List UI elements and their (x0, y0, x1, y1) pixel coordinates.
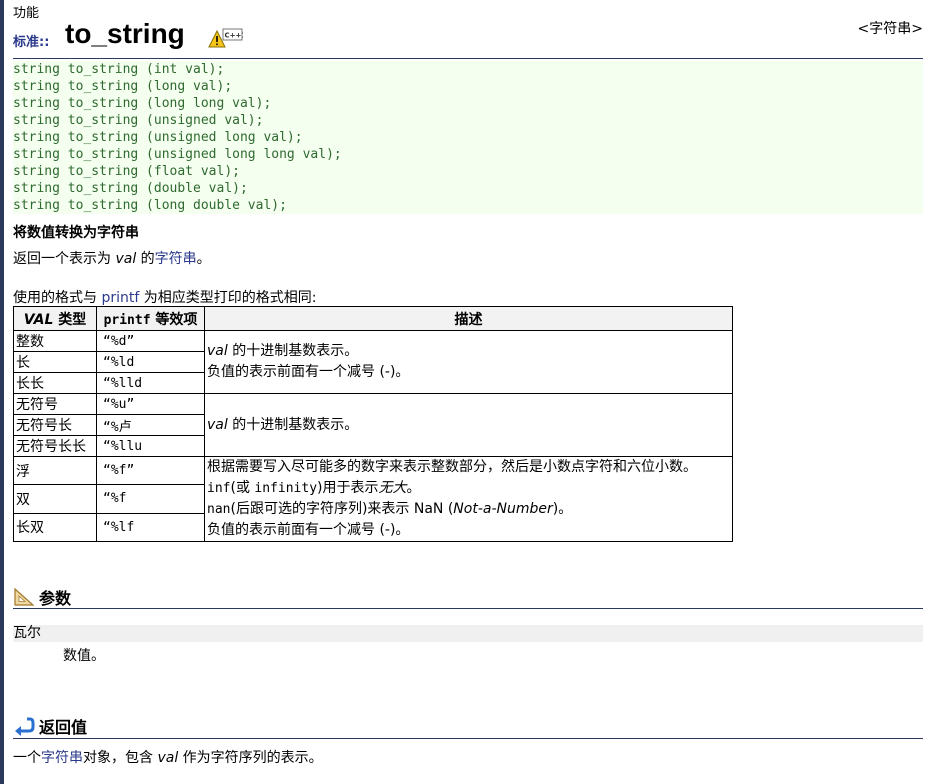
desc-cell-unsigned: val 的十进制基数表示。 (204, 393, 733, 457)
format-table: VAL 类型 printf 等效项 描述 整数 “%d” val 的十进制基数表… (13, 306, 733, 543)
summary-heading: 将数值转换为字符串 (13, 225, 139, 241)
desc-ital: 无大 (378, 480, 407, 496)
desc-text: 的十进制基数表示。 (232, 343, 359, 359)
summary-prefix: 返回一个表示为 (13, 251, 111, 267)
header-string-link[interactable]: <字符串> (858, 18, 923, 38)
prototype-block: string to_string (int val); string to_st… (13, 61, 923, 214)
type-cell: 无符号 (13, 393, 97, 415)
desc-text: 负值的表示前面有一个减号 (-)。 (207, 364, 410, 380)
return-heading: 返回值 (13, 714, 87, 738)
string-link[interactable]: 字符串 (155, 251, 197, 267)
params-rule (13, 608, 923, 609)
prototype-line: string to_string (float val); (13, 164, 240, 179)
return-title: 返回值 (39, 718, 88, 737)
prototype-line: string to_string (long long val); (13, 96, 272, 111)
nan-code: nan (207, 502, 231, 517)
params-title: 参数 (39, 589, 72, 608)
type-cell: 长双 (13, 512, 97, 543)
warning-icon: C++11 (208, 28, 244, 48)
desc-cell-float: 根据需要写入尽可能多的数字来表示整数部分，然后是小数点字符和六位小数。 inf(… (204, 456, 733, 542)
header-printf-rest: 等效项 (155, 311, 198, 328)
return-desc: 一个字符串对象，包含 val 作为字符序列的表示。 (13, 747, 323, 767)
desc-ital: Not-a-Number (453, 501, 553, 517)
format-suffix: 为相应类型打印的格式相同: (143, 290, 317, 306)
return-arrow-icon (15, 717, 35, 736)
return-rule (13, 738, 923, 739)
summary-mid: 的 (140, 251, 155, 267)
type-cell: 整数 (13, 330, 97, 352)
type-cell: 无符号长长 (13, 435, 97, 457)
prototype-line: string to_string (unsigned long long val… (13, 147, 342, 162)
left-border (0, 0, 4, 784)
header-type-rest: 类型 (58, 311, 87, 328)
type-cell: 无符号长 (13, 414, 97, 436)
format-cell: “%ld (96, 351, 205, 373)
return-string-link[interactable]: 字符串 (41, 750, 83, 766)
prototype-line: string to_string (int val); (13, 62, 225, 77)
format-prefix: 使用的格式与 (13, 290, 97, 306)
param-name: 瓦尔 (13, 625, 923, 642)
desc-cell-signed: val 的十进制基数表示。 负值的表示前面有一个减号 (-)。 (204, 330, 733, 394)
prototype-line: string to_string (double val); (13, 181, 248, 196)
params-heading: 参数 (13, 585, 71, 609)
type-cell: 双 (13, 484, 97, 514)
summary-line: 返回一个表示为 val 的字符串。 (13, 248, 211, 268)
header-type-val: VAL (23, 311, 54, 328)
type-cell: 长长 (13, 372, 97, 394)
desc-text: 负值的表示前面有一个减号 (-)。 (207, 522, 410, 538)
type-cell: 浮 (13, 455, 97, 486)
format-cell: “%f (96, 484, 205, 514)
prototype-line: string to_string (long val); (13, 79, 233, 94)
title-rule (13, 58, 923, 59)
summary-end: 。 (196, 251, 211, 267)
cpp11-badge-text: C++11 (225, 32, 244, 40)
printf-link[interactable]: printf (101, 290, 139, 306)
format-cell: “%卢 (96, 414, 205, 436)
format-cell: “%lf (96, 512, 205, 543)
function-title: to_string (65, 18, 185, 49)
prototype-line: string to_string (long double val); (13, 198, 287, 213)
desc-text: 根据需要写入尽可能多的数字来表示整数部分，然后是小数点字符和六位小数。 (207, 459, 697, 475)
table-row: 浮 “%f” 根据需要写入尽可能多的数字来表示整数部分，然后是小数点字符和六位小… (13, 455, 733, 542)
type-cell: 长 (13, 351, 97, 373)
format-cell: “%llu (96, 435, 205, 457)
return-suffix: 作为字符序列的表示。 (182, 750, 323, 766)
prototype-line: string to_string (unsigned val); (13, 113, 264, 128)
header-printf-code: printf (103, 312, 151, 328)
format-cell: “%u” (96, 393, 205, 415)
header-printf: printf 等效项 (96, 306, 205, 331)
infinity-code: infinity (254, 481, 318, 496)
desc-text: )用于表示 (317, 480, 379, 496)
desc-val: val (207, 343, 228, 359)
desc-text: (或 (230, 480, 250, 496)
desc-val: val (207, 416, 228, 433)
table-row: 整数 “%d” val 的十进制基数表示。 负值的表示前面有一个减号 (-)。 (13, 330, 733, 394)
table-header-row: VAL 类型 printf 等效项 描述 (13, 306, 733, 331)
format-cell: “%lld (96, 372, 205, 394)
inf-code: inf (207, 481, 231, 496)
val-term: val (115, 251, 137, 267)
format-cell: “%f” (96, 455, 205, 486)
desc-text: 的十进制基数表示。 (232, 416, 359, 433)
param-desc: 数值。 (63, 648, 105, 664)
desc-text: (后跟可选的字符序列)来表示 NaN ( (230, 501, 454, 517)
section-kind: 功能 (13, 6, 40, 21)
desc-text: 。 (406, 480, 421, 496)
format-line: 使用的格式与 printf 为相应类型打印的格式相同: (13, 287, 316, 307)
header-desc: 描述 (204, 306, 733, 331)
prototype-line: string to_string (unsigned long val); (13, 130, 303, 145)
return-val: val (157, 750, 179, 766)
header-type: VAL 类型 (13, 306, 97, 331)
ruler-triangle-icon (14, 587, 35, 606)
format-cell: “%d” (96, 330, 205, 352)
return-mid: 对象，包含 (83, 750, 153, 766)
namespace-label: 标准:: (13, 35, 50, 50)
table-row: 无符号 “%u” val 的十进制基数表示。 (13, 393, 733, 457)
return-prefix: 一个 (13, 750, 41, 766)
desc-text: )。 (552, 501, 573, 517)
